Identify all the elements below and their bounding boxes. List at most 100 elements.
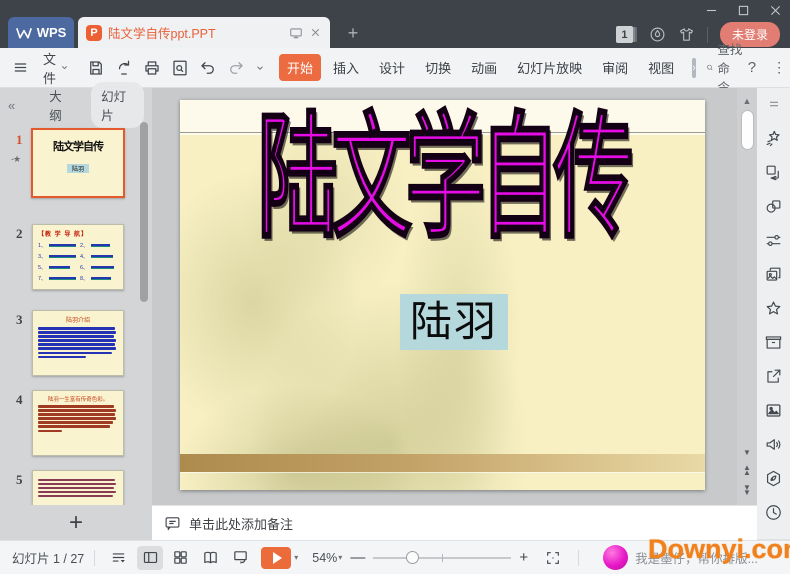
slide-number: 5	[16, 472, 23, 488]
slide-number: 4	[16, 392, 23, 408]
chevron-down-icon	[60, 63, 69, 72]
shapes-pane-icon[interactable]	[764, 196, 784, 216]
tab-animation[interactable]: 动画	[463, 54, 505, 81]
zoom-slider-midtick	[442, 554, 443, 562]
tab-list-badge[interactable]: 1	[616, 26, 633, 43]
tab-insert[interactable]: 插入	[325, 54, 367, 81]
quick-access-dropdown-icon[interactable]	[255, 63, 265, 73]
view-slide-sorter-icon[interactable]	[167, 546, 193, 570]
close-tab-icon[interactable]	[309, 26, 322, 39]
next-slide-button[interactable]: ▼▼	[743, 484, 751, 497]
thumb2-items: 1、 2、 3、 4、 5、 6、 7、 8、	[38, 241, 118, 282]
add-slide-row: +	[0, 505, 152, 540]
tab-design[interactable]: 设计	[371, 54, 413, 81]
resource-box-icon[interactable]	[764, 332, 784, 352]
view-normal-icon[interactable]	[137, 546, 163, 570]
add-slide-button[interactable]: +	[69, 509, 83, 537]
notes-placeholder: 单击此处添加备注	[189, 514, 293, 533]
audio-speaker-icon[interactable]	[764, 434, 784, 454]
panel-drag-handle-icon[interactable]	[764, 94, 784, 114]
zoom-slider[interactable]	[373, 548, 511, 568]
skin-tshirt-icon[interactable]	[678, 26, 695, 43]
template-hexagon-icon[interactable]	[764, 468, 784, 488]
history-clock-icon[interactable]	[764, 502, 784, 522]
more-tabs-button[interactable]: ›	[692, 58, 696, 78]
view-reading-icon[interactable]	[197, 546, 223, 570]
ribbon-tabs: 开始 插入 设计 切换 动画 幻灯片放映 审阅 视图	[279, 54, 682, 81]
fit-to-window-icon[interactable]	[540, 546, 566, 570]
output-convert-icon[interactable]	[115, 59, 133, 77]
close-window-icon[interactable]	[766, 2, 784, 18]
wps-logo-icon	[16, 27, 32, 39]
slide-3-thumbnail[interactable]: 陆羽介绍	[32, 310, 124, 376]
save-icon[interactable]	[87, 59, 105, 77]
search-icon	[706, 60, 714, 75]
stock-images-icon[interactable]	[764, 264, 784, 284]
document-tab[interactable]: P 陆文学自传ppt.PPT	[78, 17, 330, 48]
slide-1-thumbnail[interactable]: 陆文学自传 陆羽	[31, 128, 125, 198]
print-icon[interactable]	[143, 59, 161, 77]
minimize-icon[interactable]	[702, 2, 720, 18]
slide-panel: « 大纲 幻灯片 1 -★ 陆文学自传 陆羽 2 【教 学 导 航】 1、 2、	[0, 88, 152, 505]
file-menu[interactable]: 文件	[37, 49, 69, 87]
zoom-percentage[interactable]: 54%	[312, 551, 337, 565]
present-to-screen-icon[interactable]	[289, 26, 303, 40]
picture-gallery-icon[interactable]	[764, 400, 784, 420]
canvas-scrollbar[interactable]: ▲ ▼ ▲▲ ▼▼	[737, 88, 757, 505]
downyi-watermark: Downyi.com	[648, 534, 790, 565]
wps-home-button[interactable]: WPS	[8, 17, 74, 48]
collapse-panel-icon[interactable]: «	[8, 98, 15, 113]
tab-slideshow[interactable]: 幻灯片放映	[509, 54, 590, 81]
tab-home[interactable]: 开始	[279, 54, 321, 81]
slide-title-text[interactable]: 陆文学自传	[180, 104, 705, 250]
current-slide[interactable]: 陆文学自传 陆羽	[180, 100, 705, 490]
previous-slide-button[interactable]: ▲▲	[743, 464, 751, 477]
print-preview-icon[interactable]	[171, 59, 189, 77]
play-options-caret-icon[interactable]: ▾	[294, 553, 298, 562]
slide-5-thumbnail[interactable]	[32, 470, 124, 510]
undo-icon[interactable]	[199, 59, 217, 77]
object-properties-icon[interactable]	[764, 230, 784, 250]
redo-icon[interactable]	[227, 59, 245, 77]
more-options-kebab-icon[interactable]: ⋮	[772, 59, 786, 76]
tab-transitions[interactable]: 切换	[417, 54, 459, 81]
scroll-up-arrow-icon[interactable]: ▲	[743, 96, 752, 106]
statusbar-divider	[578, 550, 579, 566]
slide-number: 1	[16, 132, 23, 148]
hamburger-menu-icon[interactable]	[12, 59, 29, 76]
member-flame-icon[interactable]	[649, 26, 666, 43]
slide-2-thumbnail[interactable]: 【教 学 导 航】 1、 2、 3、 4、 5、 6、 7、 8、	[32, 224, 124, 290]
slide-number: 2	[16, 226, 23, 242]
tab-slides[interactable]: 幻灯片	[91, 82, 144, 128]
zoom-in-button[interactable]: +	[519, 549, 528, 566]
animation-pane-icon[interactable]	[764, 162, 784, 182]
smart-beautify-icon[interactable]	[764, 128, 784, 148]
new-tab-button[interactable]: +	[342, 22, 364, 44]
tab-view[interactable]: 视图	[640, 54, 682, 81]
slide-canvas[interactable]: 陆文学自传 陆羽	[152, 88, 737, 505]
zoom-caret-icon[interactable]: ▾	[338, 553, 342, 562]
zoom-slider-handle[interactable]	[406, 551, 419, 564]
tab-outline[interactable]: 大纲	[39, 82, 81, 128]
share-export-icon[interactable]	[764, 366, 784, 386]
slide-4-thumbnail[interactable]: 陆羽一生富有传奇色彩。	[32, 390, 124, 456]
favorites-star-icon[interactable]	[764, 298, 784, 318]
thumb1-subtitle: 陆羽	[67, 164, 89, 173]
slide-bottom-band	[180, 454, 705, 472]
panel-scrollbar-thumb[interactable]	[140, 122, 148, 302]
titlebar: WPS P 陆文学自传ppt.PPT + 1 未登录	[0, 0, 790, 48]
thumb3-title: 陆羽介绍	[38, 315, 118, 324]
statusbar-divider	[94, 550, 95, 566]
animation-indicator-icon: -★	[11, 154, 20, 165]
tab-review[interactable]: 审阅	[594, 54, 636, 81]
slide-subtitle-text[interactable]: 陆羽	[400, 294, 508, 350]
thumb1-title: 陆文学自传	[33, 138, 123, 154]
play-slideshow-button[interactable]	[261, 547, 291, 569]
zoom-out-button[interactable]: —	[350, 549, 365, 566]
view-slideshow-loop-icon[interactable]	[227, 546, 253, 570]
notes-toggle-icon[interactable]	[105, 546, 131, 570]
canvas-scrollbar-thumb[interactable]	[741, 110, 754, 150]
scroll-down-arrow-icon[interactable]: ▼	[743, 449, 751, 457]
maximize-icon[interactable]	[734, 2, 752, 18]
help-icon[interactable]: ?	[748, 59, 756, 76]
